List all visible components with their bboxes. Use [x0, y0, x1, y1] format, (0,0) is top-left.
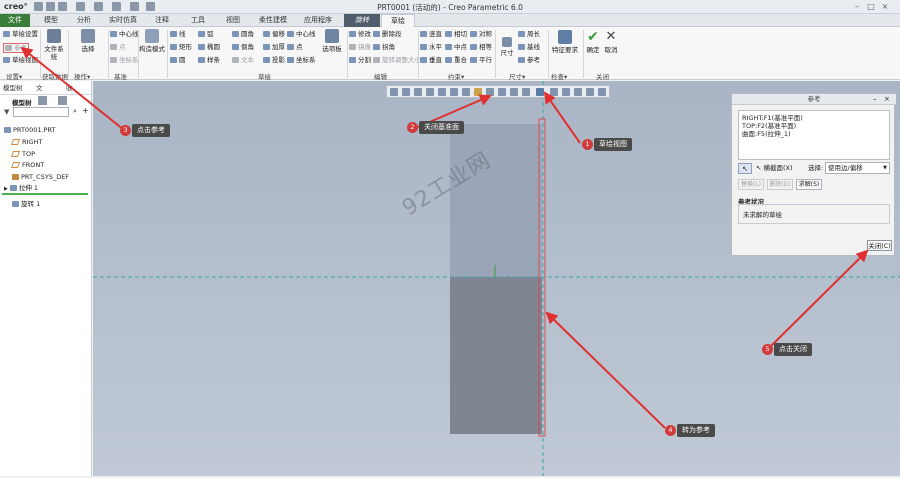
callout-click-close: 点击关闭 — [774, 343, 812, 356]
step-number-2: 2 — [407, 122, 418, 133]
arrow-1 — [543, 91, 581, 144]
step-number-5: 5 — [762, 344, 773, 355]
callout-click-references: 点击参考 — [132, 124, 170, 137]
step-number-3: 3 — [120, 125, 131, 136]
callout-sketch-view: 草绘视图 — [594, 138, 632, 151]
arrow-5 — [769, 249, 869, 348]
annotation-arrows — [20, 46, 869, 429]
arrow-3 — [20, 46, 125, 131]
callout-close-datum: 关闭基准面 — [419, 121, 464, 134]
step-number-1: 1 — [582, 139, 593, 150]
arrow-4 — [545, 311, 666, 429]
step-number-4: 4 — [665, 425, 676, 436]
callout-convert-reference: 转为参考 — [677, 424, 715, 437]
